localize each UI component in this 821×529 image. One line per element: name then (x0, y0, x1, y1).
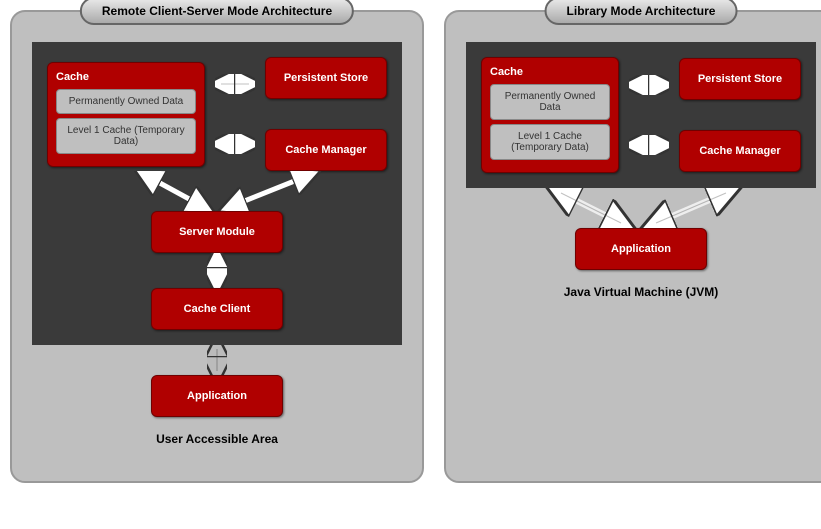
jvm-label: Java Virtual Machine (JVM) (481, 285, 801, 299)
double-arrow-icon (47, 345, 387, 375)
cache-sub-level1: Level 1 Cache (Temporary Data) (490, 124, 610, 160)
panel-title: Remote Client-Server Mode Architecture (80, 0, 354, 25)
persistent-store-box: Persistent Store (265, 57, 387, 99)
double-arrow-icon (47, 253, 387, 288)
double-arrow-icon (629, 75, 669, 95)
double-arrow-icon (215, 74, 255, 94)
cache-manager-box: Cache Manager (265, 129, 387, 171)
cache-box: Cache Permanently Owned Data Level 1 Cac… (481, 57, 619, 173)
panel-title: Library Mode Architecture (545, 0, 738, 25)
cache-sub-permanent: Permanently Owned Data (56, 89, 196, 114)
dark-area: Cache Permanently Owned Data Level 1 Cac… (466, 42, 816, 188)
application-box: Application (151, 375, 283, 417)
converging-arrows-icon (47, 171, 387, 211)
converging-arrows-icon (481, 188, 801, 228)
double-arrow-icon (629, 135, 669, 155)
persistent-store-box: Persistent Store (679, 58, 801, 100)
cache-sub-permanent: Permanently Owned Data (490, 84, 610, 120)
user-area-label: User Accessible Area (47, 432, 387, 446)
library-architecture-panel: Library Mode Architecture Cache Permanen… (444, 10, 821, 483)
cache-title: Cache (56, 71, 196, 83)
cache-title: Cache (490, 66, 610, 78)
cache-manager-box: Cache Manager (679, 130, 801, 172)
jvm-area: Application Java Virtual Machine (JVM) (466, 188, 816, 314)
server-module-box: Server Module (151, 211, 283, 253)
application-box: Application (575, 228, 707, 270)
cache-client-box: Cache Client (151, 288, 283, 330)
server-area: Cache Permanently Owned Data Level 1 Cac… (32, 42, 402, 345)
cache-box: Cache Permanently Owned Data Level 1 Cac… (47, 62, 205, 167)
double-arrow-icon (215, 134, 255, 154)
user-area: Application User Accessible Area (32, 345, 402, 461)
remote-architecture-panel: Remote Client-Server Mode Architecture C… (10, 10, 424, 483)
cache-sub-level1: Level 1 Cache (Temporary Data) (56, 118, 196, 154)
